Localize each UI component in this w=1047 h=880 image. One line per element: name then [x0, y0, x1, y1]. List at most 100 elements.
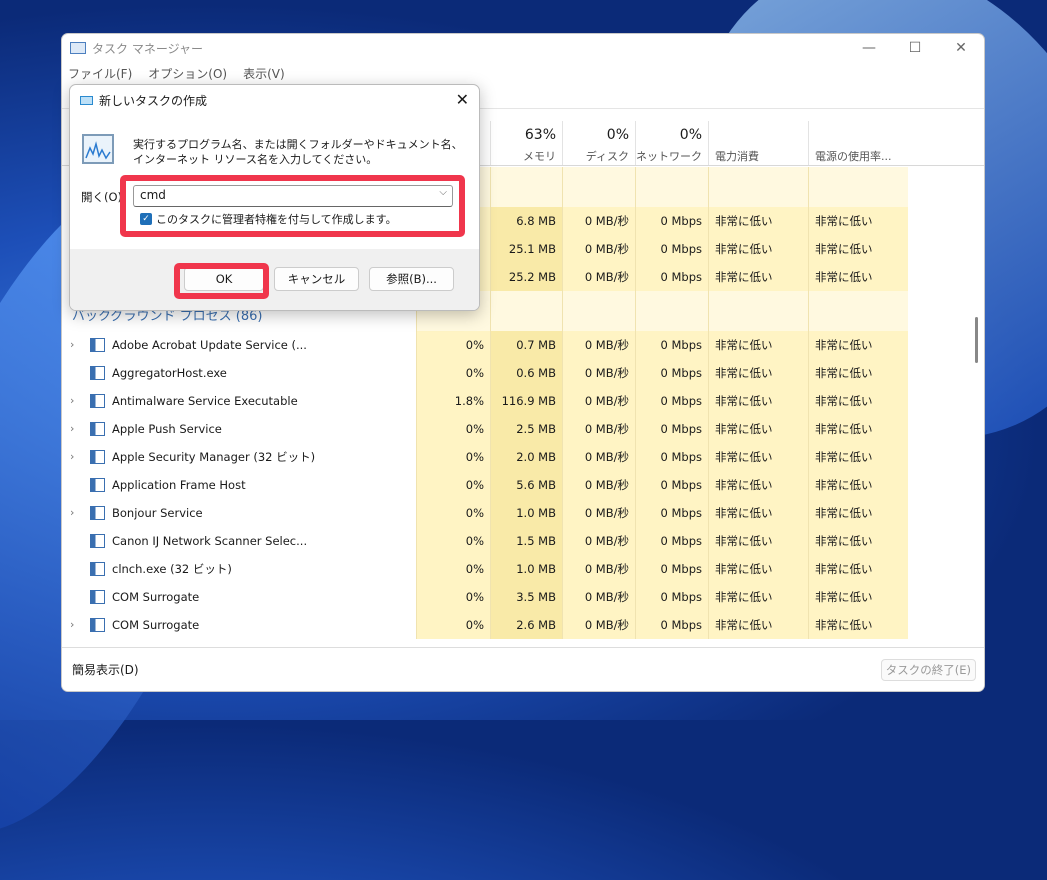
chevron-right-icon[interactable]: › [70, 443, 74, 471]
column-label: 電力消費 [715, 150, 759, 163]
table-row[interactable]: AggregatorHost.exe 0% 0.6 MB 0 MB/秒 0 Mbps 非常… [62, 359, 908, 387]
task-manager-graph-icon [82, 134, 114, 164]
blank-cell [562, 167, 635, 207]
cell-disk: 0 MB/秒 [562, 263, 635, 291]
process-name: COM Surrogate [112, 618, 200, 632]
column-header-1[interactable]: 63% メモリ [490, 121, 562, 165]
cell-net: 0 Mbps [635, 415, 708, 443]
process-name: clnch.exe (32 ビット) [112, 562, 232, 576]
column-header-4[interactable]: 電力消費 [708, 121, 808, 165]
chevron-right-icon[interactable]: › [70, 611, 74, 639]
blank-cell [490, 291, 562, 331]
process-name-cell: › Antimalware Service Executable [62, 387, 416, 415]
column-label: メモリ [523, 150, 556, 163]
window-title: タスク マネージャー [92, 41, 203, 56]
menu-file[interactable]: ファイル(F) [68, 65, 132, 82]
menu-view[interactable]: 表示(V) [243, 65, 285, 82]
table-row[interactable]: clnch.exe (32 ビット) 0% 1.0 MB 0 MB/秒 0 Mbps 非常… [62, 555, 908, 583]
cell-power: 非常に低い [708, 527, 808, 555]
cell-mem: 5.6 MB [490, 471, 562, 499]
cell-net: 0 Mbps [635, 527, 708, 555]
table-row[interactable]: › Antimalware Service Executable 1.8% 116.9… [62, 387, 908, 415]
process-name: Apple Push Service [112, 422, 222, 436]
menu-options[interactable]: オプション(O) [148, 65, 227, 82]
cell-cpu: 0% [416, 555, 490, 583]
process-icon [90, 562, 105, 576]
blank-cell [708, 167, 808, 207]
cell-trend: 非常に低い [808, 359, 908, 387]
column-header-5[interactable]: 電源の使用率... [808, 121, 908, 165]
cell-mem: 116.9 MB [490, 387, 562, 415]
cell-trend: 非常に低い [808, 331, 908, 359]
fewer-details-button[interactable]: 簡易表示(D) [72, 661, 139, 678]
column-header-3[interactable]: 0% ネットワーク [635, 121, 708, 165]
table-row[interactable]: › Apple Push Service 0% 2.5 MB 0 MB/秒 0 Mbps 非… [62, 415, 908, 443]
cell-cpu: 0% [416, 471, 490, 499]
process-name-cell: › Apple Security Manager (32 ビット) [62, 443, 416, 471]
cell-net: 0 Mbps [635, 555, 708, 583]
scrollbar[interactable] [975, 317, 978, 363]
process-name: Apple Security Manager (32 ビット) [112, 450, 316, 464]
blank-cell [808, 291, 908, 331]
dialog-close-button[interactable]: ✕ [456, 90, 469, 109]
table-row[interactable]: › Adobe Acrobat Update Service (... 0% 0.7 … [62, 331, 908, 359]
cell-power: 非常に低い [708, 331, 808, 359]
cell-trend: 非常に低い [808, 443, 908, 471]
cell-power: 非常に低い [708, 415, 808, 443]
process-name: Antimalware Service Executable [112, 394, 298, 408]
cell-net: 0 Mbps [635, 263, 708, 291]
table-row[interactable]: COM Surrogate 0% 3.5 MB 0 MB/秒 0 Mbps 非常に低い 非常… [62, 583, 908, 611]
cell-net: 0 Mbps [635, 331, 708, 359]
chevron-right-icon[interactable]: › [70, 415, 74, 443]
table-row[interactable]: Canon IJ Network Scanner Selec... 0% 1.5 M… [62, 527, 908, 555]
chevron-right-icon[interactable]: › [70, 387, 74, 415]
process-name-cell: › Apple Push Service [62, 415, 416, 443]
process-icon [90, 506, 105, 520]
process-name-cell: › Bonjour Service [62, 499, 416, 527]
cell-cpu: 0% [416, 499, 490, 527]
process-name: COM Surrogate [112, 590, 200, 604]
blank-cell [490, 167, 562, 207]
process-name-cell: Canon IJ Network Scanner Selec... [62, 527, 416, 555]
cell-mem: 2.5 MB [490, 415, 562, 443]
cell-power: 非常に低い [708, 611, 808, 639]
maximize-button[interactable]: ☐ [892, 34, 938, 62]
cell-cpu: 0% [416, 443, 490, 471]
chevron-right-icon[interactable]: › [70, 499, 74, 527]
cell-disk: 0 MB/秒 [562, 235, 635, 263]
browse-button[interactable]: 参照(B)... [369, 267, 454, 291]
cell-disk: 0 MB/秒 [562, 207, 635, 235]
end-task-button[interactable]: タスクの終了(E) [880, 659, 976, 681]
process-icon [90, 534, 105, 548]
blank-cell [635, 167, 708, 207]
blank-cell [708, 291, 808, 331]
process-name-cell: clnch.exe (32 ビット) [62, 555, 416, 583]
cell-disk: 0 MB/秒 [562, 583, 635, 611]
column-label: ディスク [585, 150, 629, 163]
table-row[interactable]: › Bonjour Service 0% 1.0 MB 0 MB/秒 0 Mbps 非常に低… [62, 499, 908, 527]
table-row[interactable]: › Apple Security Manager (32 ビット) 0% 2.0 MB… [62, 443, 908, 471]
column-percent [715, 127, 802, 145]
chevron-right-icon[interactable]: › [70, 331, 74, 359]
cell-mem: 1.0 MB [490, 499, 562, 527]
process-name: Bonjour Service [112, 506, 203, 520]
process-icon [90, 366, 105, 380]
table-row[interactable]: › COM Surrogate 0% 2.6 MB 0 MB/秒 0 Mbps 非常に低い非… [62, 611, 908, 639]
cell-power: 非常に低い [708, 499, 808, 527]
cell-trend: 非常に低い [808, 611, 908, 639]
column-header-2[interactable]: 0% ディスク [562, 121, 635, 165]
cell-disk: 0 MB/秒 [562, 415, 635, 443]
cell-net: 0 Mbps [635, 471, 708, 499]
cell-trend: 非常に低い [808, 207, 908, 235]
cell-mem: 25.2 MB [490, 263, 562, 291]
minimize-button[interactable]: — [846, 34, 892, 62]
cell-disk: 0 MB/秒 [562, 527, 635, 555]
column-percent: 0% [606, 127, 629, 143]
close-button[interactable]: ✕ [938, 34, 984, 62]
table-row[interactable]: Application Frame Host 0% 5.6 MB 0 MB/秒 0 Mb… [62, 471, 908, 499]
cancel-button[interactable]: キャンセル [274, 267, 359, 291]
cell-trend: 非常に低い [808, 527, 908, 555]
process-name: AggregatorHost.exe [112, 366, 227, 380]
cell-power: 非常に低い [708, 235, 808, 263]
cell-mem: 2.0 MB [490, 443, 562, 471]
